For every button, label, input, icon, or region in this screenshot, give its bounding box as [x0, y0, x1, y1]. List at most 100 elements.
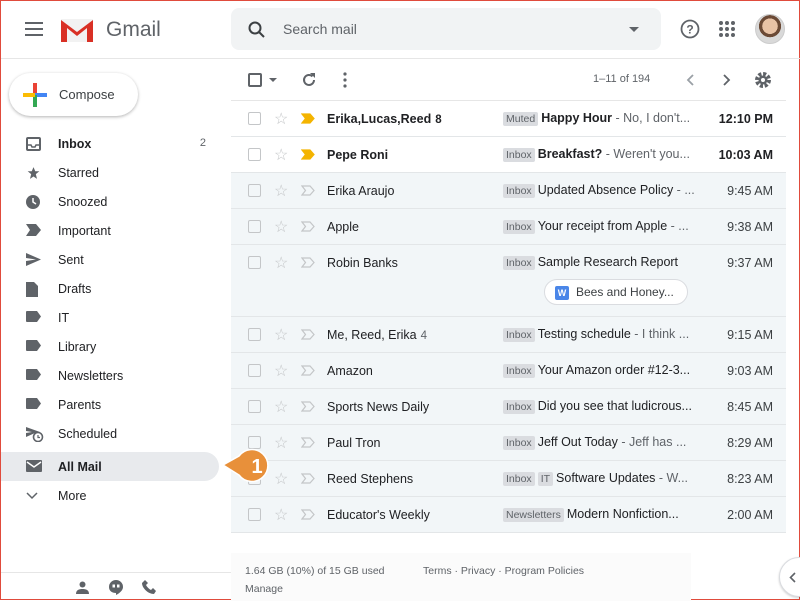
main-menu-button[interactable] [25, 22, 43, 36]
row-checkbox[interactable] [248, 220, 261, 233]
apps-grid-icon[interactable] [719, 21, 735, 37]
sender-name: Pepe Roni [327, 148, 389, 162]
label-chip[interactable]: Inbox [503, 472, 535, 486]
email-row[interactable]: ☆ Erika,Lucas,Reed 8 Muted Happy Hour - No… [231, 101, 786, 137]
attachment-chip[interactable]: W Bees and Honey... [544, 279, 688, 305]
importance-marker-icon[interactable] [301, 509, 315, 520]
gmail-wordmark: Gmail [106, 18, 161, 41]
select-dropdown-caret-icon[interactable] [269, 78, 277, 82]
label-chip[interactable]: Inbox [503, 436, 535, 450]
manage-storage-link[interactable]: Manage [245, 583, 283, 595]
sidebar-item-inbox[interactable]: Inbox 2 [1, 129, 219, 158]
importance-marker-icon[interactable] [301, 257, 315, 268]
side-panel-toggle[interactable] [779, 557, 800, 597]
email-row[interactable]: ☆ Paul Tron Inbox Jeff Out Today - Jeff h… [231, 425, 786, 461]
importance-marker-icon[interactable] [301, 113, 315, 124]
compose-button[interactable]: Compose [9, 73, 138, 116]
star-icon[interactable]: ☆ [274, 505, 288, 525]
label-chip[interactable]: Inbox [503, 328, 535, 342]
sidebar-item-snoozed[interactable]: Snoozed [1, 187, 219, 216]
row-checkbox[interactable] [248, 364, 261, 377]
refresh-icon[interactable] [301, 72, 317, 88]
timestamp: 2:00 AM [727, 508, 773, 522]
row-checkbox[interactable] [248, 112, 261, 125]
label-chip[interactable]: Inbox [503, 148, 535, 162]
sidebar-item-drafts[interactable]: Drafts [1, 274, 219, 303]
sender: Educator's Weekly [327, 508, 430, 522]
star-icon[interactable]: ☆ [274, 217, 288, 237]
row-checkbox[interactable] [248, 328, 261, 341]
importance-marker-icon[interactable] [301, 149, 315, 160]
email-row[interactable]: ☆ Me, Reed, Erika 4 Inbox Testing schedule… [231, 317, 786, 353]
label-chip[interactable]: Inbox [503, 256, 535, 270]
email-row[interactable]: ☆ Sports News Daily Inbox Did you see tha… [231, 389, 786, 425]
sidebar-item-important[interactable]: Important [1, 216, 219, 245]
row-checkbox[interactable] [248, 256, 261, 269]
importance-marker-icon[interactable] [301, 329, 315, 340]
gmail-logo[interactable] [60, 18, 94, 43]
settings-gear-icon[interactable] [754, 71, 772, 89]
label-chip[interactable]: IT [537, 472, 554, 486]
label-chip[interactable]: Muted [503, 112, 539, 126]
email-row[interactable]: ☆ Apple Inbox Your receipt from Apple - .… [231, 209, 786, 245]
label-chip[interactable]: Inbox [503, 220, 535, 234]
importance-marker-icon[interactable] [301, 365, 315, 376]
importance-marker-icon[interactable] [301, 185, 315, 196]
label-chip[interactable]: Inbox [503, 400, 535, 414]
search-options-caret-icon[interactable] [629, 27, 639, 32]
email-row[interactable]: ☆ Robin Banks Inbox Sample Research Repor… [231, 245, 786, 317]
label-chip[interactable]: Inbox [503, 184, 535, 198]
sidebar-item-label: Snoozed [58, 195, 108, 209]
policy-links[interactable]: Terms · Privacy · Program Policies [423, 565, 584, 577]
hangouts-icon[interactable] [109, 580, 123, 595]
subject-line: Inbox Your receipt from Apple - ... [503, 219, 695, 234]
star-icon[interactable]: ☆ [274, 145, 288, 165]
sender: Robin Banks [327, 256, 398, 270]
row-checkbox[interactable] [248, 148, 261, 161]
email-row[interactable]: ☆ Pepe Roni Inbox Breakfast? - Weren't yo… [231, 137, 786, 173]
more-options-icon[interactable] [343, 72, 347, 88]
account-avatar[interactable] [755, 14, 785, 44]
contacts-icon[interactable] [76, 581, 89, 594]
search-icon[interactable] [248, 21, 265, 38]
sidebar-item-label: Sent [58, 253, 84, 267]
star-icon[interactable]: ☆ [274, 109, 288, 129]
phone-icon[interactable] [142, 580, 156, 594]
row-checkbox[interactable] [248, 508, 261, 521]
newer-chevron-left-icon[interactable] [686, 74, 694, 86]
sidebar-item-label: Inbox [58, 137, 92, 151]
sidebar-item-library[interactable]: Library [1, 332, 219, 361]
star-icon[interactable]: ☆ [274, 253, 288, 273]
row-checkbox[interactable] [248, 184, 261, 197]
star-icon[interactable]: ☆ [274, 361, 288, 381]
sidebar-item-newsletters[interactable]: Newsletters [1, 361, 219, 390]
sender: Me, Reed, Erika 4 [327, 328, 427, 342]
select-all-checkbox[interactable] [248, 73, 262, 87]
search-input[interactable]: Search mail [231, 8, 661, 50]
label-chip[interactable]: Inbox [503, 364, 535, 378]
sidebar-item-starred[interactable]: Starred [1, 158, 219, 187]
older-chevron-right-icon[interactable] [723, 74, 731, 86]
sidebar-item-more[interactable]: More [1, 481, 219, 510]
label-chip[interactable]: Newsletters [503, 508, 564, 522]
sidebar-item-all-mail[interactable]: All Mail [1, 452, 219, 481]
sidebar-item-it[interactable]: IT [1, 303, 219, 332]
email-row[interactable]: ☆ Reed Stephens Inbox IT Software Updates … [231, 461, 786, 497]
sidebar-item-scheduled[interactable]: Scheduled [1, 419, 219, 448]
help-icon[interactable]: ? [680, 19, 700, 39]
importance-marker-icon[interactable] [301, 473, 315, 484]
star-icon[interactable]: ☆ [274, 397, 288, 417]
star-icon[interactable]: ☆ [274, 181, 288, 201]
star-icon[interactable]: ☆ [274, 325, 288, 345]
row-checkbox[interactable] [248, 400, 261, 413]
importance-marker-icon[interactable] [301, 401, 315, 412]
sidebar-item-sent[interactable]: Sent [1, 245, 219, 274]
scheduled-icon [26, 427, 44, 443]
email-row[interactable]: ☆ Educator's Weekly Newsletters Modern No… [231, 497, 786, 533]
importance-marker-icon[interactable] [301, 221, 315, 232]
sidebar-item-parents[interactable]: Parents [1, 390, 219, 419]
email-row[interactable]: ☆ Erika Araujo Inbox Updated Absence Poli… [231, 173, 786, 209]
importance-marker-icon[interactable] [301, 437, 315, 448]
email-row[interactable]: ☆ Amazon Inbox Your Amazon order #12-3...… [231, 353, 786, 389]
page-footer: 1.64 GB (10%) of 15 GB used Manage Terms… [231, 553, 691, 601]
